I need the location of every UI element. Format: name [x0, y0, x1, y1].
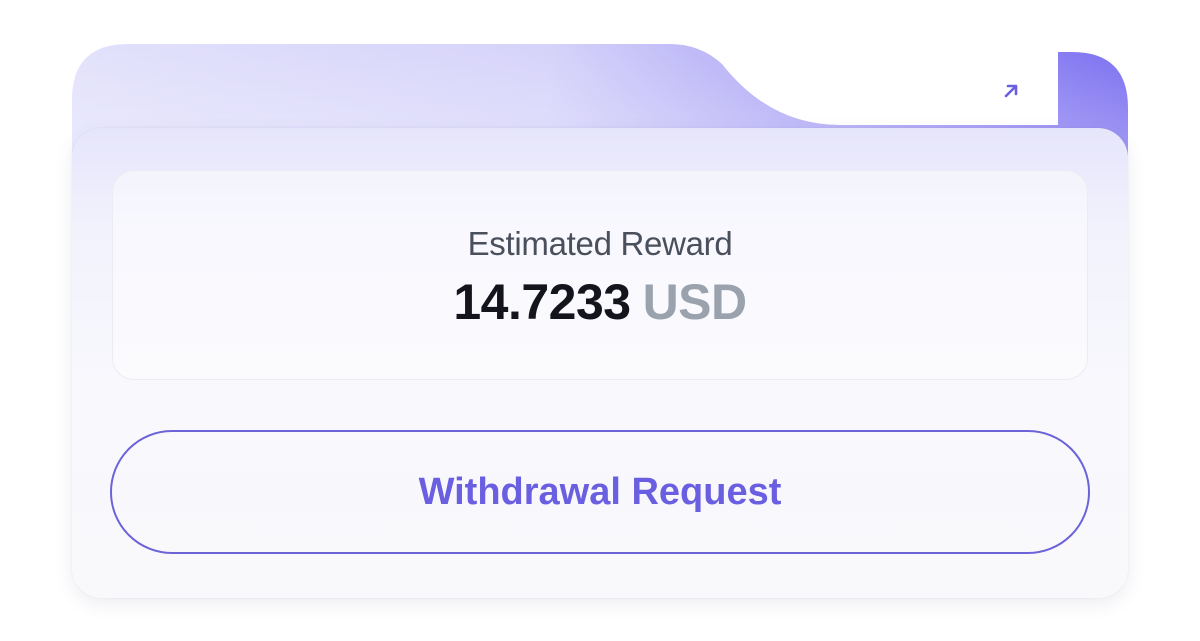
reward-amount: 14.7233 — [453, 274, 631, 330]
history-arrow-button[interactable] — [988, 69, 1033, 113]
reward-widget: History Estimated Reward 14.7233 USD Wit… — [0, 0, 1200, 641]
estimated-reward-panel: Estimated Reward 14.7233 USD — [112, 170, 1088, 380]
reward-currency: USD — [642, 274, 748, 330]
arrow-up-right-icon — [1004, 84, 1018, 98]
history-link[interactable]: History — [860, 62, 1033, 120]
estimated-reward-label: Estimated Reward — [467, 225, 733, 262]
history-label: History — [860, 71, 967, 110]
withdrawal-request-button[interactable]: Withdrawal Request — [110, 430, 1090, 554]
estimated-reward-value: 14.7233 USD — [453, 274, 748, 330]
